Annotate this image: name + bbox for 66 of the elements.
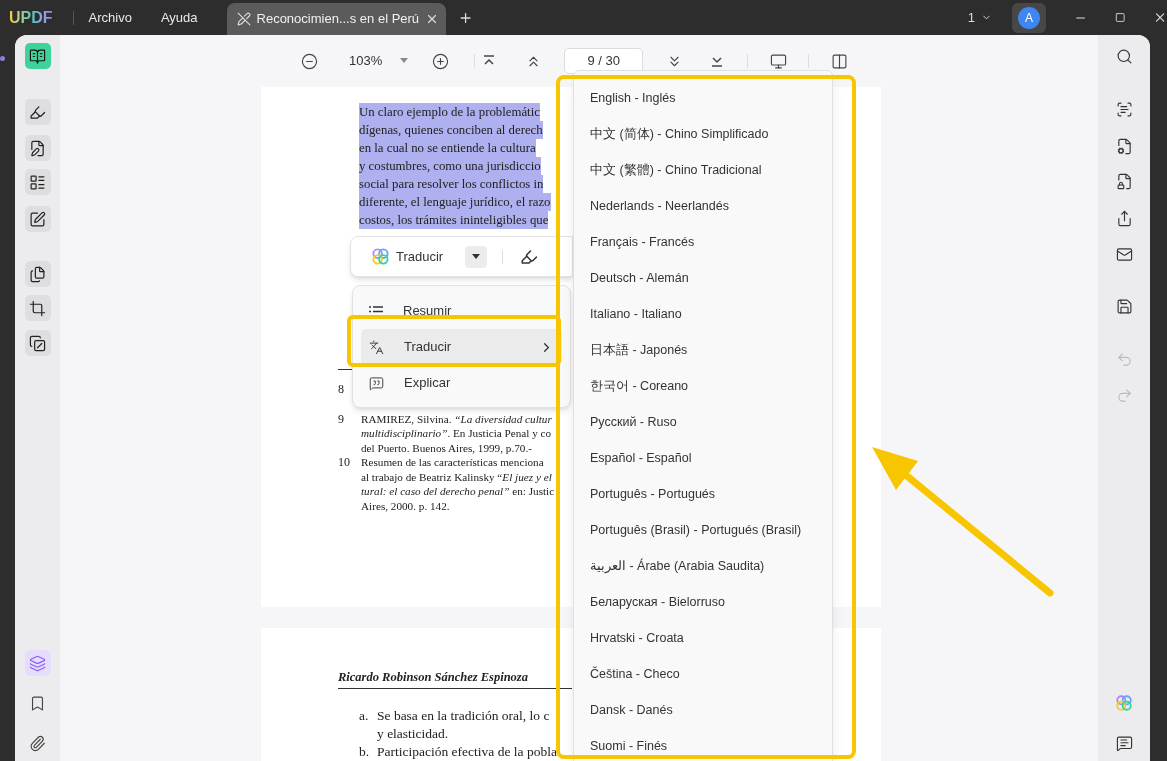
- footnote-line: tural: el caso del derecho penal” en: Justic: [361, 484, 555, 499]
- footnote-line: Aires, 2000. p. 142.: [361, 498, 451, 513]
- menu-item[interactable]: Explicar: [361, 365, 562, 401]
- layers-icon[interactable]: [24, 650, 51, 676]
- menu-item[interactable]: Ayuda: [160, 7, 198, 28]
- language-option[interactable]: Suomi - Finés: [574, 728, 832, 761]
- speech-bubble-icon: [369, 375, 384, 391]
- tab-title: Reconocimien...s en el Perú: [256, 10, 420, 29]
- files-icon[interactable]: [24, 261, 51, 287]
- paragraph-line: Participación efectiva de la pobla: [377, 743, 557, 761]
- paragraph-line: y elasticidad.: [377, 725, 450, 743]
- book-icon[interactable]: [24, 43, 51, 69]
- footnote-number: 8: [338, 382, 345, 397]
- footnote-line: al trabajo de Beatriz Kalinsky “El juez y el: [361, 469, 553, 484]
- language-option[interactable]: English - Inglés: [574, 80, 832, 116]
- language-option[interactable]: Deutsch - Alemán: [574, 260, 832, 296]
- caret-icon[interactable]: [400, 58, 409, 64]
- footnote-number: 9: [338, 411, 345, 428]
- dropdown-button[interactable]: [465, 245, 488, 268]
- clover-icon: [371, 247, 390, 266]
- language-option[interactable]: Español - Español: [574, 440, 832, 476]
- footnote-line: del Puerto. Buenos Aires, 1999, p.70.-: [361, 440, 533, 455]
- stacked-squares-icon[interactable]: [24, 330, 51, 356]
- menu-item[interactable]: Resumir: [361, 293, 562, 329]
- document-tab[interactable]: Reconocimien...s en el Perú: [226, 3, 446, 35]
- translate-icon: [369, 339, 384, 355]
- window-count-button[interactable]: 1: [967, 7, 992, 28]
- language-option[interactable]: Беларуская - Bielorruso: [574, 584, 832, 620]
- zoom-level[interactable]: 103%: [349, 51, 383, 71]
- footnote-number: 10: [338, 455, 351, 471]
- language-option[interactable]: 日本語 - Japonés: [574, 332, 832, 368]
- caret-icon: [472, 253, 481, 260]
- pen-off-icon: [236, 12, 251, 26]
- language-option[interactable]: Dansk - Danés: [574, 692, 832, 728]
- language-option[interactable]: Français - Francés: [574, 224, 832, 260]
- square-pen-icon[interactable]: [24, 206, 51, 232]
- language-option[interactable]: 한국어 - Coreano: [574, 368, 832, 404]
- language-option[interactable]: Nederlands - Neerlandés: [574, 188, 832, 224]
- footnote-line: RAMIREZ, Silvina. “La diversidad cultur: [361, 411, 552, 426]
- menu-item[interactable]: Traducir: [361, 329, 562, 365]
- footnote-line: Resumen de las características menciona: [361, 455, 545, 470]
- highlighter-icon[interactable]: [24, 99, 51, 125]
- menu-item[interactable]: Archivo: [88, 7, 132, 28]
- highlighter-icon[interactable]: [520, 247, 539, 266]
- language-option[interactable]: Português - Portugués: [574, 476, 832, 512]
- language-option[interactable]: 中文 (简体) - Chino Simplificado: [574, 116, 832, 152]
- language-option[interactable]: Čeština - Checo: [574, 656, 832, 692]
- clover-icon: [1115, 694, 1133, 712]
- list-layout-icon[interactable]: [24, 169, 51, 195]
- language-option[interactable]: Português (Brasil) - Portugués (Brasil): [574, 512, 832, 548]
- avatar-button[interactable]: A: [1011, 2, 1047, 33]
- language-option[interactable]: Русский - Ruso: [574, 404, 832, 440]
- list-marker: b.: [359, 743, 371, 761]
- language-option[interactable]: العربية - Árabe (Arabia Saudita): [574, 548, 832, 584]
- avatar: A: [1018, 6, 1040, 29]
- file-pen-icon[interactable]: [24, 135, 51, 161]
- page-heading: Ricardo Robinson Sánchez Espinoza: [338, 670, 528, 684]
- maximize-icon[interactable]: [1115, 12, 1126, 23]
- language-option[interactable]: Italiano - Italiano: [574, 296, 832, 332]
- paragraph-line: Se basa en la tradición oral, lo c: [377, 707, 550, 725]
- language-option[interactable]: 中文 (繁體) - Chino Tradicional: [574, 152, 832, 188]
- list-marker: a.: [359, 707, 370, 725]
- translate-button[interactable]: Traducir: [371, 246, 444, 267]
- footnote-line: multidisciplinario”. En Justicia Penal y co: [361, 426, 552, 441]
- language-option[interactable]: Hrvatski - Croata: [574, 620, 832, 656]
- crop-icon[interactable]: [24, 295, 51, 321]
